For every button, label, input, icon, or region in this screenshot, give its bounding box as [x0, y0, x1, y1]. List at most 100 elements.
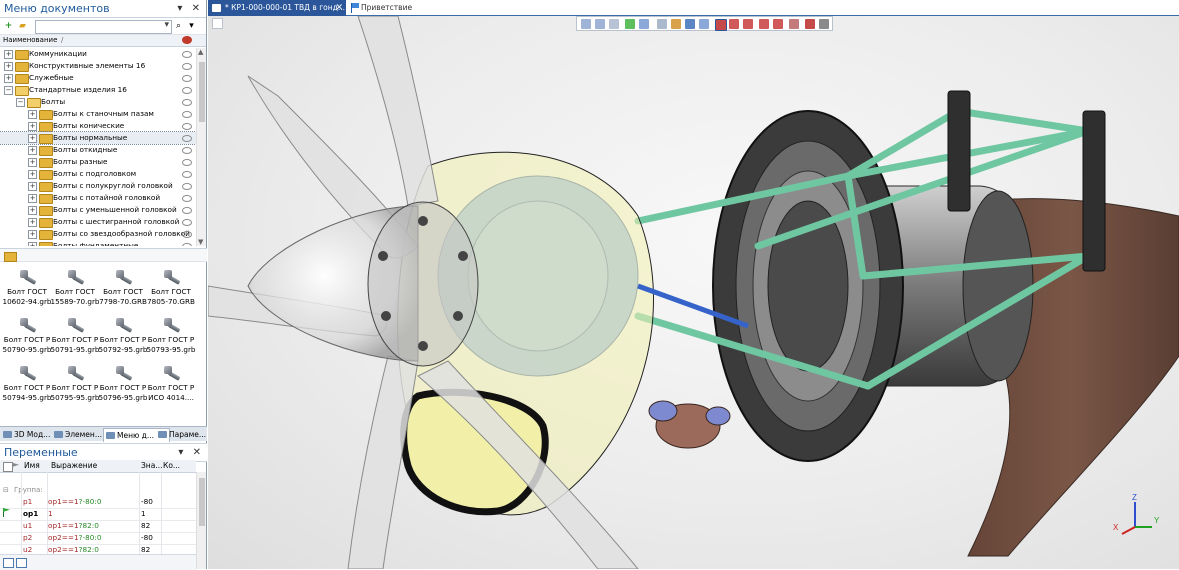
library-item[interactable]: Болт ГОСТ Р ИСО 4014.... — [147, 362, 195, 410]
pencil-icon[interactable] — [699, 19, 709, 29]
variables-scroll-thumb[interactable] — [199, 478, 205, 526]
eye-icon[interactable] — [182, 183, 192, 190]
expand-icon[interactable]: + — [28, 158, 37, 167]
tree-scrollbar[interactable]: ▲ ▼ — [196, 48, 206, 246]
variable-expression[interactable]: op1==1?82:0 — [48, 520, 137, 532]
library-item[interactable]: Болт ГОСТ Р 50795-95.grb — [51, 362, 99, 410]
tree-item[interactable]: + Коммуникации — [0, 48, 196, 60]
library-item[interactable]: Болт ГОСТ Р 50796-95.grb — [99, 362, 147, 410]
view-corner-icon[interactable] — [212, 18, 223, 29]
visibility-header-icon[interactable] — [182, 36, 192, 44]
pointer-icon[interactable] — [639, 19, 649, 29]
expand-icon[interactable]: + — [4, 50, 13, 59]
tree-item[interactable]: − Стандартные изделия 16 — [0, 84, 196, 96]
eye-icon[interactable] — [182, 63, 192, 70]
header-checkbox[interactable] — [3, 462, 13, 472]
variable-expression[interactable]: op2==1?-80:0 — [48, 532, 137, 544]
folder-open-icon[interactable]: ▰ — [16, 20, 29, 32]
close-tab-icon[interactable]: ✕ — [335, 0, 343, 16]
variable-name[interactable]: p2 — [23, 532, 47, 544]
tree-item[interactable]: + Болты к станочным пазам — [0, 108, 196, 120]
variable-expression[interactable]: op1==1?-80:0 — [48, 496, 137, 508]
view-cube-icon[interactable] — [715, 19, 727, 31]
expand-icon[interactable]: + — [28, 242, 37, 246]
variable-expression[interactable]: 1 — [48, 508, 137, 520]
tree-item[interactable]: + Болты откидные — [0, 144, 196, 156]
eye-icon[interactable] — [182, 219, 192, 226]
hidden-lines-icon[interactable] — [773, 19, 783, 29]
expand-icon[interactable]: + — [28, 134, 37, 143]
expand-icon[interactable]: + — [28, 146, 37, 155]
eye-icon[interactable] — [182, 207, 192, 214]
eye-icon[interactable] — [182, 231, 192, 238]
variable-name[interactable]: op1 — [23, 508, 47, 520]
eye-icon[interactable] — [182, 75, 192, 82]
eye-icon[interactable] — [182, 123, 192, 130]
library-item[interactable]: Болт ГОСТ 7805-70.GRB — [147, 266, 195, 314]
eye-icon[interactable] — [182, 51, 192, 58]
expand-icon[interactable]: + — [28, 206, 37, 215]
collapse-icon[interactable]: − — [16, 98, 25, 107]
filter-sketch-icon[interactable] — [609, 19, 619, 29]
library-item[interactable]: Болт ГОСТ 15589-70.grb — [51, 266, 99, 314]
document-tab-model[interactable]: * КР1-000-000-01 ТВД в гонд... ✕ — [208, 0, 346, 16]
settings-icon[interactable] — [819, 19, 829, 29]
library-item[interactable]: Болт ГОСТ Р 50794-95.grb — [3, 362, 51, 410]
section-icon[interactable] — [759, 19, 769, 29]
library-item[interactable]: Болт ГОСТ Р 50793-95.grb — [147, 314, 195, 362]
col-value[interactable]: Зна... — [141, 460, 162, 472]
expand-icon[interactable]: + — [28, 170, 37, 179]
expand-icon[interactable]: + — [28, 182, 37, 191]
search-icon[interactable]: ⌕ — [172, 20, 185, 32]
filter-icon[interactable] — [581, 19, 591, 29]
table-view-icon[interactable] — [3, 558, 14, 568]
tree-item[interactable]: + Болты с шестигранной головкой — [0, 216, 196, 228]
add-icon[interactable]: + — [2, 20, 15, 32]
expand-icon[interactable]: + — [28, 218, 37, 227]
tree-item[interactable]: + Болты с полукруглой головкой — [0, 180, 196, 192]
document-tab-welcome[interactable]: Приветствие — [349, 0, 449, 16]
variable-name[interactable]: p1 — [23, 496, 47, 508]
tree-item[interactable]: + Болты с потайной головкой — [0, 192, 196, 204]
folder-icon[interactable] — [4, 252, 17, 262]
tree-item[interactable]: + Болты с подголовком — [0, 168, 196, 180]
tree-item[interactable]: − Болты — [0, 96, 196, 108]
tree-item[interactable]: + Болты разные — [0, 156, 196, 168]
variable-name[interactable]: u1 — [23, 520, 47, 532]
expand-icon[interactable]: + — [4, 74, 13, 83]
collapse-icon[interactable]: − — [4, 86, 13, 95]
tree-item[interactable]: + Служебные — [0, 72, 196, 84]
tree-item[interactable]: + Болты со звездообразной головкой — [0, 228, 196, 240]
eye-icon[interactable] — [182, 243, 192, 246]
eye-icon[interactable] — [182, 87, 192, 94]
filter-select-icon[interactable] — [595, 19, 605, 29]
check-icon[interactable] — [625, 19, 635, 29]
expand-icon[interactable]: + — [4, 62, 13, 71]
col-name[interactable]: Имя — [24, 460, 40, 472]
tree-header-label[interactable]: Наименование — [3, 36, 57, 44]
library-item[interactable]: Болт ГОСТ Р 50792-95.grb — [99, 314, 147, 362]
eye-icon[interactable] — [182, 159, 192, 166]
eye-icon[interactable] — [182, 135, 192, 142]
more-icon[interactable]: ▾ — [185, 20, 198, 32]
variables-panel-controls[interactable]: ▾ ✕ — [178, 444, 204, 461]
col-expression[interactable]: Выражение — [51, 460, 97, 472]
3d-viewport[interactable] — [208, 16, 1179, 569]
expand-icon[interactable]: + — [28, 194, 37, 203]
library-item[interactable]: Болт ГОСТ 7798-70.GRB — [99, 266, 147, 314]
snap-icon[interactable] — [685, 19, 695, 29]
wireframe-icon[interactable] — [743, 19, 753, 29]
tree-item[interactable]: + Болты нормальные — [0, 131, 196, 145]
axes-icon[interactable] — [671, 19, 681, 29]
eye-icon[interactable] — [182, 111, 192, 118]
tree-item[interactable]: + Конструктивные элементы 16 — [0, 60, 196, 72]
split-view-icon[interactable] — [16, 558, 27, 568]
eye-icon[interactable] — [182, 147, 192, 154]
library-item[interactable]: Болт ГОСТ 10602-94.grb — [3, 266, 51, 314]
collapse-group-icon[interactable]: ⊟ — [3, 484, 9, 496]
filter-combobox[interactable] — [35, 20, 172, 34]
scroll-down-icon[interactable]: ▼ — [198, 238, 203, 246]
shaded-icon[interactable] — [729, 19, 739, 29]
panel-controls[interactable]: ▾ ✕ — [177, 0, 203, 17]
text-style-icon[interactable] — [789, 19, 799, 29]
